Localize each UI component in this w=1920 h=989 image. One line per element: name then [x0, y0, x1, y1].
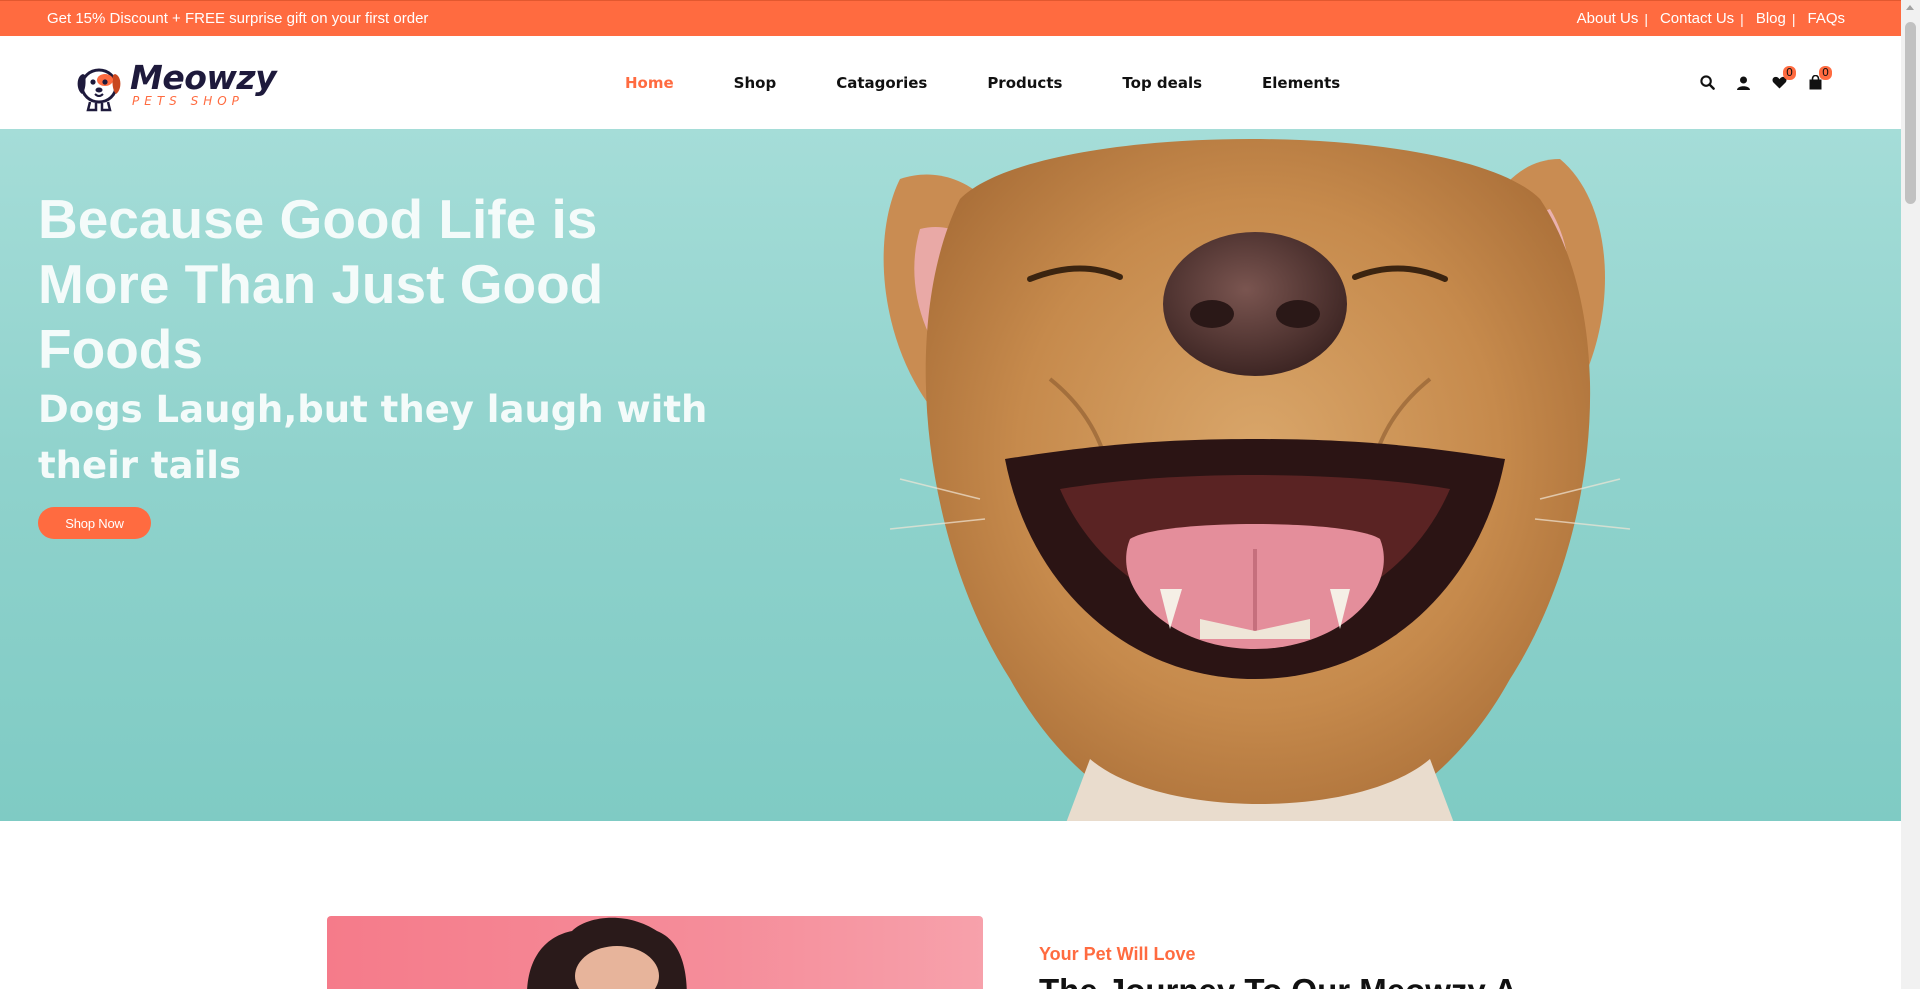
site-logo[interactable]: Meowzy PETS SHOP — [74, 54, 277, 114]
section-eyebrow: Your Pet Will Love — [1039, 944, 1196, 964]
nav-products[interactable]: Products — [987, 74, 1062, 92]
nav-catagories[interactable]: Catagories — [836, 74, 927, 92]
wishlist-button[interactable]: 0 — [1771, 65, 1796, 91]
girl-with-pet-image — [327, 916, 983, 989]
nav-shop[interactable]: Shop — [734, 74, 777, 92]
top-promo-bar: Get 15% Discount + FREE surprise gift on… — [0, 0, 1901, 36]
site-header: Meowzy PETS SHOP Home Shop Catagories Pr… — [0, 36, 1901, 129]
wishlist-count-badge: 0 — [1783, 65, 1796, 80]
search-icon[interactable] — [1699, 75, 1715, 91]
hero-subtitle: Dogs Laugh,but they laugh with their tai… — [38, 388, 708, 487]
laughing-dog-image — [883, 139, 1631, 821]
nav-elements[interactable]: Elements — [1262, 74, 1340, 92]
hero-title: Because Good Life is More Than Just Good… — [38, 188, 604, 380]
nav-home[interactable]: Home — [625, 74, 674, 92]
cart-button[interactable]: 0 — [1807, 65, 1832, 91]
top-link-blog[interactable]: Blog — [1756, 10, 1786, 27]
cart-count-badge: 0 — [1819, 65, 1832, 80]
hero-banner: Because Good Life is More Than Just Good… — [0, 129, 1901, 821]
nav-top-deals[interactable]: Top deals — [1122, 74, 1202, 92]
scroll-thumb[interactable] — [1905, 22, 1916, 204]
top-link-faqs[interactable]: FAQs — [1807, 10, 1845, 27]
top-links: About Us | Contact Us | Blog | FAQs — [1576, 10, 1845, 27]
main-nav: Home Shop Catagories Products Top deals … — [625, 36, 1400, 129]
page-scrollbar[interactable] — [1901, 0, 1920, 989]
logo-subtitle: PETS SHOP — [132, 94, 244, 108]
top-link-about[interactable]: About Us — [1577, 10, 1639, 27]
promo-text: Get 15% Discount + FREE surprise gift on… — [47, 10, 429, 27]
section-title: The Journey To Our Meowzy A — [1039, 972, 1518, 989]
user-icon[interactable] — [1735, 75, 1751, 91]
shop-now-button[interactable]: Shop Now — [38, 507, 151, 539]
logo-name: Meowzy — [130, 58, 277, 97]
header-tools: 0 0 — [1699, 36, 1832, 129]
top-link-contact[interactable]: Contact Us — [1660, 10, 1734, 27]
dog-logo-icon — [74, 56, 124, 112]
scroll-up-icon[interactable] — [1906, 5, 1914, 10]
